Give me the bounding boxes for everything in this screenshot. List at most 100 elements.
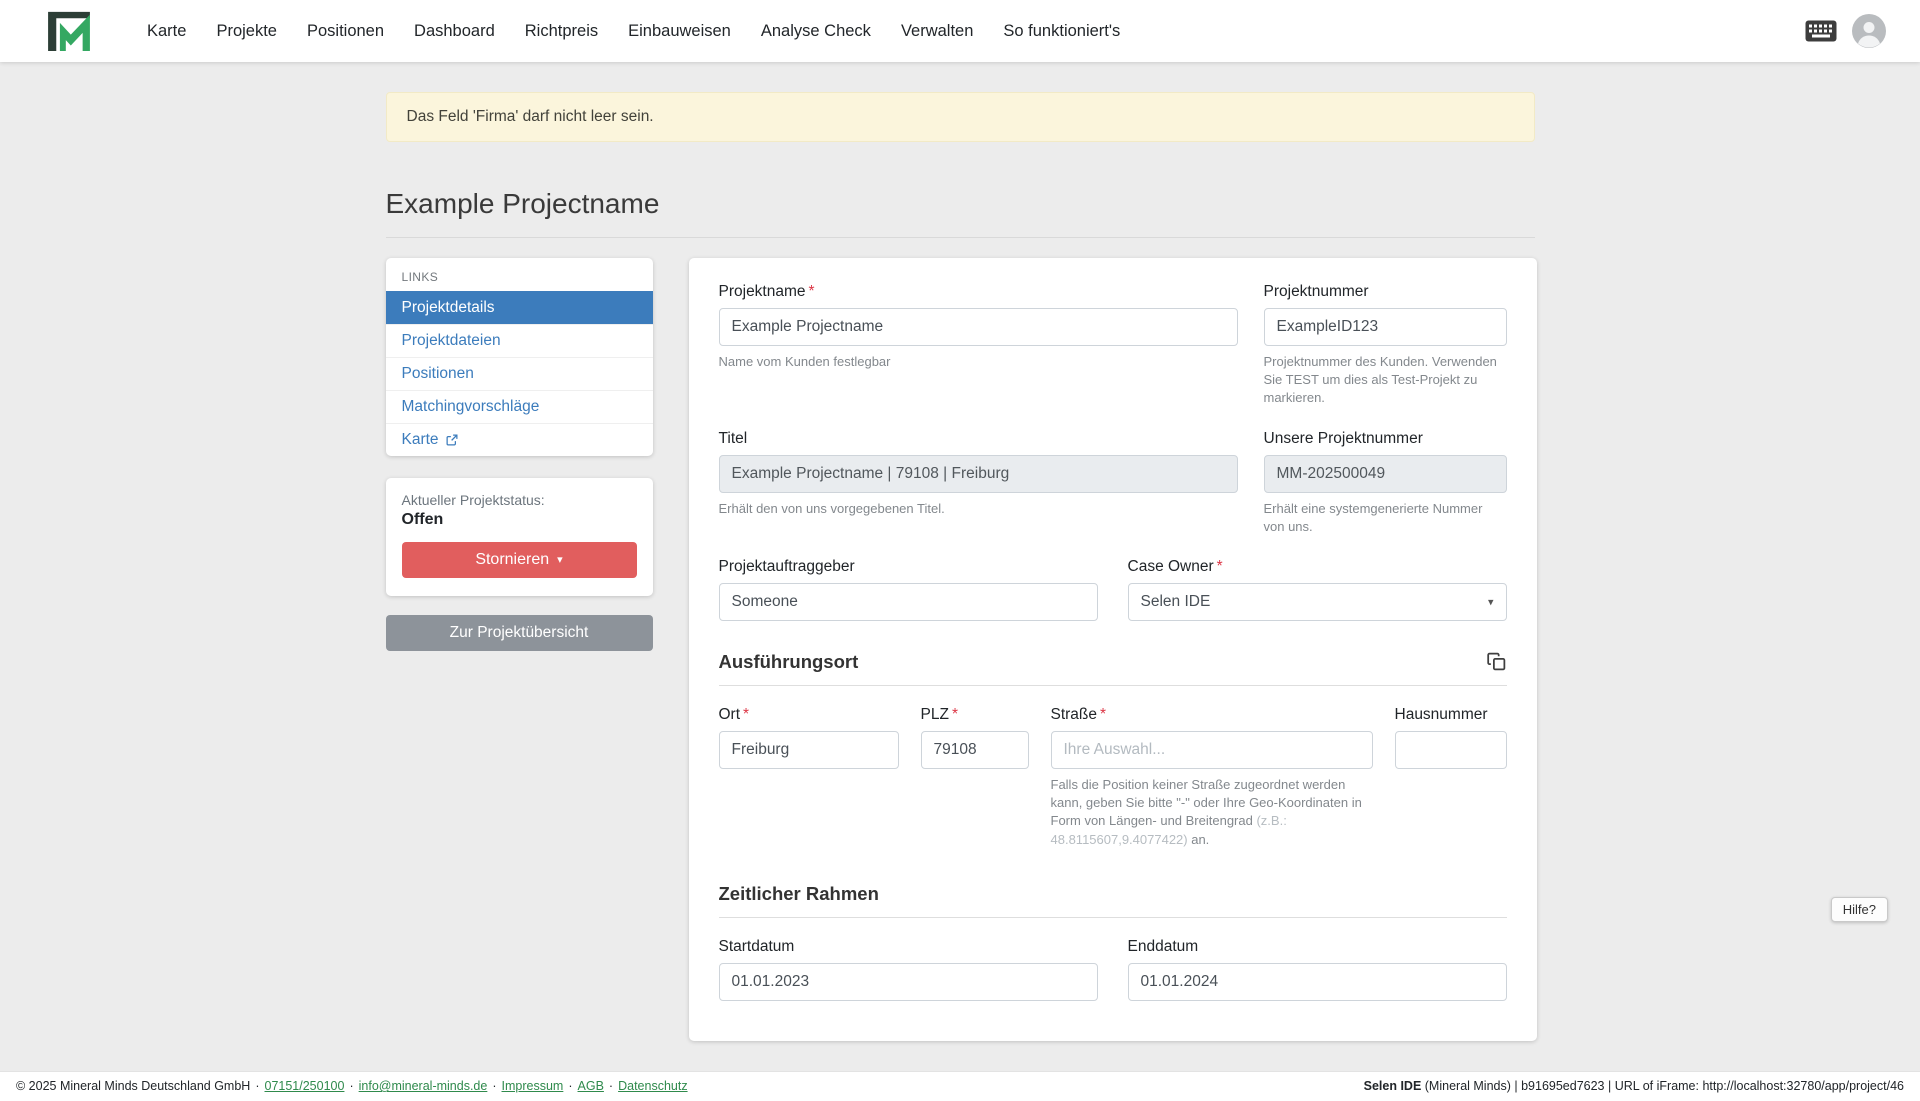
nav-item-verwalten[interactable]: Verwalten (886, 14, 988, 49)
page-title: Example Projectname (386, 188, 1535, 220)
copy-icon[interactable] (1486, 651, 1507, 672)
unsere-projektnummer-group: Unsere Projektnummer Erhält eine systemg… (1264, 430, 1507, 536)
main-area: Das Feld 'Firma' darf nicht leer sein. E… (0, 62, 1920, 1071)
separator: · (255, 1079, 259, 1093)
sidebar-item-label: Positionen (402, 365, 474, 383)
ort-input[interactable] (719, 731, 899, 769)
user-avatar[interactable] (1852, 14, 1886, 48)
links-header: LINKS (386, 258, 653, 291)
help-button[interactable]: Hilfe? (1831, 897, 1888, 922)
case-owner-selected-value: Selen IDE (1141, 593, 1211, 611)
section-divider (719, 685, 1507, 686)
nav-item-projekte[interactable]: Projekte (201, 14, 292, 49)
separator: · (492, 1079, 496, 1093)
projektname-label-text: Projektname (719, 283, 806, 300)
footer-phone-link[interactable]: 07151/250100 (265, 1079, 345, 1093)
projektnummer-label: Projektnummer (1264, 283, 1507, 301)
projektauftraggeber-label: Projektauftraggeber (719, 558, 1098, 576)
required-asterisk: * (809, 283, 815, 300)
ort-label: Ort* (719, 706, 899, 724)
hausnummer-label: Hausnummer (1395, 706, 1507, 724)
startdatum-group: Startdatum (719, 938, 1098, 1001)
hausnummer-input[interactable] (1395, 731, 1507, 769)
keyboard-icon[interactable] (1805, 20, 1837, 42)
enddatum-group: Enddatum (1128, 938, 1507, 1001)
sidebar-item-label: Karte (402, 431, 439, 449)
sidebar-item-projektdetails[interactable]: Projektdetails (386, 291, 653, 324)
footer-agb-link[interactable]: AGB (578, 1079, 604, 1093)
nav-item-positionen[interactable]: Positionen (292, 14, 399, 49)
footer-session-info: Selen IDE (Mineral Minds) | b91695ed7623… (1364, 1079, 1904, 1093)
nav-item-analyse-check[interactable]: Analyse Check (746, 14, 886, 49)
nav-item-richtpreis[interactable]: Richtpreis (510, 14, 613, 49)
footer-email-link[interactable]: info@mineral-minds.de (359, 1079, 488, 1093)
titel-input (719, 455, 1238, 493)
status-value: Offen (402, 511, 637, 529)
footer: © 2025 Mineral Minds Deutschland GmbH · 07… (0, 1071, 1920, 1101)
required-asterisk: * (743, 706, 749, 723)
sidebar-item-positionen[interactable]: Positionen (386, 357, 653, 390)
footer-datenschutz-link[interactable]: Datenschutz (618, 1079, 687, 1093)
nav-item-dashboard[interactable]: Dashboard (399, 14, 510, 49)
footer-session-user: Selen IDE (1364, 1079, 1422, 1093)
case-owner-label: Case Owner* (1128, 558, 1507, 576)
stornieren-button-label: Stornieren (475, 551, 549, 569)
projektauftraggeber-group: Projektauftraggeber (719, 558, 1098, 621)
projektnummer-input[interactable] (1264, 308, 1507, 346)
project-overview-button-label: Zur Projektübersicht (450, 624, 589, 642)
strasse-input[interactable] (1051, 731, 1373, 769)
nav-item-einbauweisen[interactable]: Einbauweisen (613, 14, 746, 49)
status-card: Aktueller Projektstatus: Offen Storniere… (386, 478, 653, 596)
projektnummer-group: Projektnummer Projektnummer des Kunden. … (1264, 283, 1507, 408)
startdatum-label: Startdatum (719, 938, 1098, 956)
plz-label-text: PLZ (921, 706, 949, 723)
nav-item-so-funktionierts[interactable]: So funktioniert's (988, 14, 1135, 49)
footer-session-details: (Mineral Minds) | b91695ed7623 | URL of … (1421, 1079, 1904, 1093)
enddatum-input[interactable] (1128, 963, 1507, 1001)
strasse-label-text: Straße (1051, 706, 1098, 723)
separator: · (568, 1079, 572, 1093)
unsere-projektnummer-help: Erhält eine systemgenerierte Nummer von … (1264, 500, 1507, 536)
section-title-ausfuehrungsort: Ausführungsort (719, 651, 859, 673)
plz-label: PLZ* (921, 706, 1029, 724)
plz-input[interactable] (921, 731, 1029, 769)
logo (46, 11, 92, 51)
title-divider (386, 237, 1535, 238)
titel-label: Titel (719, 430, 1238, 448)
titel-group: Titel Erhält den von uns vorgegebenen Ti… (719, 430, 1238, 536)
section-divider (719, 917, 1507, 918)
case-owner-select[interactable]: Selen IDE ▾ (1128, 583, 1507, 621)
footer-impressum-link[interactable]: Impressum (502, 1079, 564, 1093)
required-asterisk: * (952, 706, 958, 723)
main-nav: Karte Projekte Positionen Dashboard Rich… (132, 14, 1135, 49)
project-sidebar: LINKS Projektdetails Projektdateien Posi… (386, 258, 653, 651)
titel-help: Erhält den von uns vorgegebenen Titel. (719, 500, 1238, 518)
sidebar-item-label: Projektdetails (402, 299, 495, 317)
navbar-right (1805, 14, 1886, 48)
external-link-icon (446, 434, 458, 446)
projektname-label: Projektname* (719, 283, 1238, 301)
nav-item-karte[interactable]: Karte (132, 14, 201, 49)
sidebar-item-matchingvorschlaege[interactable]: Matchingvorschläge (386, 390, 653, 423)
links-card: LINKS Projektdetails Projektdateien Posi… (386, 258, 653, 456)
hausnummer-group: Hausnummer (1395, 706, 1507, 769)
sidebar-item-label: Matchingvorschläge (402, 398, 540, 416)
required-asterisk: * (1217, 558, 1223, 575)
stornieren-button[interactable]: Stornieren ▾ (402, 542, 637, 578)
projektname-input[interactable] (719, 308, 1238, 346)
sidebar-item-karte[interactable]: Karte (386, 423, 653, 456)
section-title-zeitlicher-rahmen: Zeitlicher Rahmen (719, 883, 879, 905)
strasse-help-main: Falls die Position keiner Straße zugeord… (1051, 777, 1362, 828)
startdatum-input[interactable] (719, 963, 1098, 1001)
case-owner-group: Case Owner* Selen IDE ▾ (1128, 558, 1507, 621)
ort-group: Ort* (719, 706, 899, 769)
mineral-minds-logo-icon (46, 11, 92, 51)
unsere-projektnummer-label: Unsere Projektnummer (1264, 430, 1507, 448)
top-navbar: Karte Projekte Positionen Dashboard Rich… (0, 0, 1920, 62)
separator: · (609, 1079, 613, 1093)
copyright-text: © 2025 Mineral Minds Deutschland GmbH (16, 1079, 250, 1093)
sidebar-item-projektdateien[interactable]: Projektdateien (386, 324, 653, 357)
projektauftraggeber-input[interactable] (719, 583, 1098, 621)
required-asterisk: * (1100, 706, 1106, 723)
project-overview-button[interactable]: Zur Projektübersicht (386, 615, 653, 651)
